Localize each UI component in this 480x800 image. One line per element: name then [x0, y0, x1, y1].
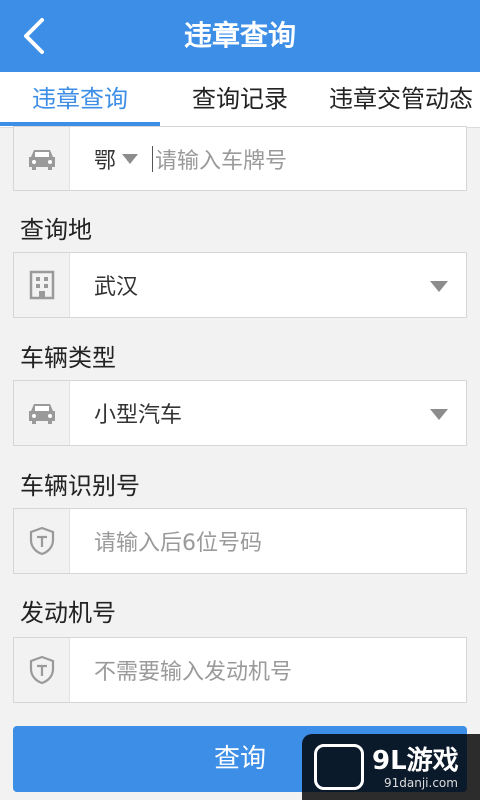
- building-icon: [14, 253, 70, 317]
- shield-icon: [14, 638, 70, 702]
- watermark-logo-icon: [314, 744, 364, 790]
- shield-icon: [14, 509, 70, 573]
- dropdown-arrow-icon: [430, 281, 448, 292]
- engine-number-placeholder: 不需要输入发动机号: [94, 660, 293, 685]
- tab-traffic-news[interactable]: 违章交管动态: [322, 72, 480, 128]
- text-cursor: [152, 145, 153, 172]
- plate-number-input[interactable]: 请输入车牌号: [152, 127, 287, 190]
- plate-number-placeholder: 请输入车牌号: [155, 148, 288, 174]
- engine-number-label: 发动机号: [20, 599, 116, 627]
- province-value: 鄂: [94, 148, 117, 174]
- engine-number-input[interactable]: 不需要输入发动机号: [13, 637, 467, 703]
- car-icon: [14, 127, 70, 190]
- watermark-brand: 9L游戏: [372, 746, 459, 776]
- tab-bar: 违章查询 查询记录 违章交管动态: [0, 72, 480, 128]
- vehicle-type-value: 小型汽车: [94, 403, 183, 428]
- city-label: 查询地: [20, 216, 92, 244]
- watermark-url: 91danji.com: [384, 776, 458, 790]
- dropdown-arrow-icon: [122, 153, 139, 164]
- tab-query-history[interactable]: 查询记录: [160, 72, 320, 128]
- top-bar: 违章查询: [0, 0, 480, 72]
- tab-violation-query[interactable]: 违章查询: [0, 72, 160, 128]
- page-title: 违章查询: [183, 19, 296, 52]
- province-selector[interactable]: 鄂: [94, 127, 139, 190]
- vin-placeholder: 请输入后6位号码: [94, 531, 262, 556]
- city-value: 武汉: [94, 275, 139, 300]
- watermark: 9L游戏 91danji.com: [302, 734, 480, 800]
- car-icon: [14, 381, 70, 445]
- vehicle-type-select[interactable]: 小型汽车: [13, 380, 467, 446]
- vin-input[interactable]: 请输入后6位号码: [13, 508, 467, 574]
- vehicle-type-label: 车辆类型: [20, 344, 116, 372]
- vin-label: 车辆识别号: [20, 472, 140, 500]
- dropdown-arrow-icon: [430, 409, 448, 420]
- plate-number-field: 鄂 请输入车牌号: [13, 126, 467, 191]
- city-select[interactable]: 武汉: [13, 252, 467, 318]
